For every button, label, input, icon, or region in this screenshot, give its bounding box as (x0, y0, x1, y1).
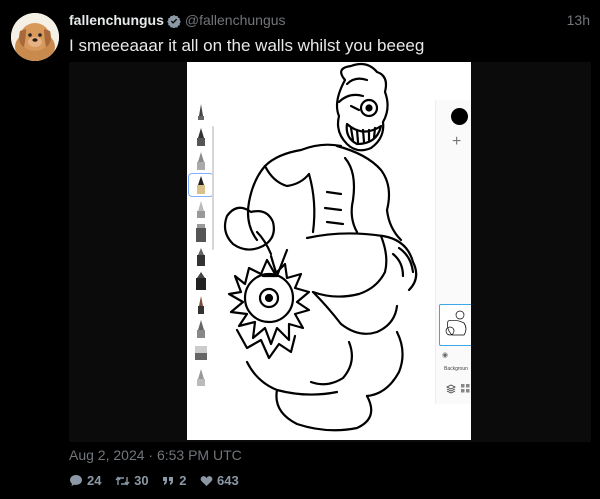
background-visibility-icon[interactable]: ◉ (442, 351, 448, 359)
tweet-timestamp[interactable]: Aug 2, 2024 · 6:53 PM UTC (69, 447, 242, 463)
attached-image[interactable]: + ◉ ◉ Backgroun (187, 62, 471, 440)
quote-count: 2 (179, 473, 187, 488)
quote-stat[interactable]: 2 (162, 473, 186, 488)
pencil-tool-icon[interactable] (189, 126, 213, 148)
drawing-canvas[interactable] (217, 62, 427, 440)
marker-tool-icon[interactable] (189, 150, 213, 172)
relative-time[interactable]: 13h (567, 12, 590, 28)
layers-stack-icon[interactable] (446, 384, 456, 394)
handle[interactable]: @fallenchungus (185, 12, 286, 28)
brush-tool-rail (188, 102, 214, 402)
add-layer-icon[interactable]: + (452, 134, 461, 150)
background-layer-label: Backgroun (444, 366, 468, 372)
like-stat[interactable]: 643 (200, 473, 239, 488)
like-count: 643 (217, 473, 239, 488)
ink-pen-tool-icon[interactable] (188, 173, 214, 197)
texture-tool-icon[interactable] (189, 342, 213, 364)
avatar[interactable] (11, 13, 59, 61)
current-color-swatch[interactable] (451, 108, 468, 125)
layer-thumbnail[interactable] (439, 304, 471, 346)
chisel-tool-icon[interactable] (189, 270, 213, 292)
reply-stat[interactable]: 24 (69, 473, 101, 488)
airbrush-tool-icon[interactable] (189, 198, 213, 220)
layer-thumbnail-preview (445, 310, 467, 336)
brush-tool-icon[interactable] (189, 294, 213, 316)
tweet-text: I smeeeaaar it all on the walls whilst y… (69, 36, 425, 55)
grid-menu-icon[interactable] (461, 384, 470, 393)
stamp-tool-icon[interactable] (189, 246, 213, 268)
dog-avatar-icon (11, 13, 59, 61)
crayon-tool-icon[interactable] (189, 318, 213, 340)
verified-badge-icon (167, 14, 181, 32)
engagement-stats: 24 30 2 643 (69, 473, 249, 488)
heart-icon (200, 476, 213, 486)
reply-count: 24 (87, 473, 102, 488)
display-name[interactable]: fallenchungus (69, 12, 164, 28)
smudge-tool-icon[interactable] (189, 222, 213, 244)
retweet-stat[interactable]: 30 (115, 473, 149, 488)
tool-rail-scrollbar[interactable] (212, 126, 214, 250)
quote-icon (163, 477, 174, 485)
eraser-tool-icon[interactable] (189, 366, 213, 388)
retweet-icon (115, 476, 130, 486)
tweet: fallenchungus @fallenchungus 13h I smeeea… (0, 0, 600, 499)
retweet-count: 30 (134, 473, 149, 488)
fineliner-tool-icon[interactable] (189, 102, 213, 124)
author-row: fallenchungus @fallenchungus (69, 12, 286, 32)
reply-icon (70, 475, 82, 486)
